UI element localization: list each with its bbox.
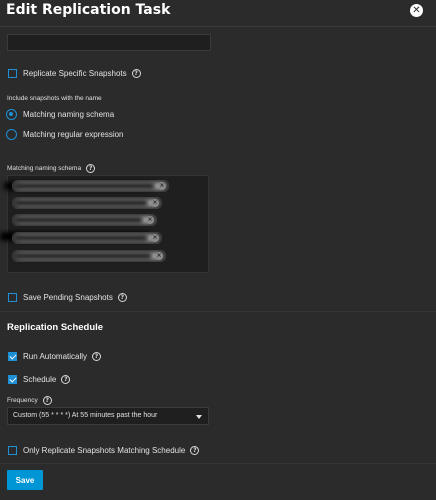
run-automatically-label: Run Automatically	[23, 351, 88, 361]
replicate-specific-snapshots-label: Replicate Specific Snapshots	[23, 68, 127, 78]
help-icon[interactable]: ?	[42, 396, 52, 405]
redacted-text	[14, 217, 143, 223]
chip-remove-icon[interactable]: ×	[151, 199, 159, 207]
dialog-header: Edit Replication Task ✕	[0, 0, 436, 24]
chip-remove-icon[interactable]: ×	[155, 252, 163, 260]
include-snapshots-label-text: Include snapshots with the name	[7, 95, 102, 102]
radio-button[interactable]	[6, 109, 17, 120]
help-icon[interactable]: ?	[61, 374, 71, 384]
run-automatically-row[interactable]: Run Automatically ?	[8, 350, 102, 362]
schema-chip[interactable]: ×	[12, 232, 162, 244]
schedule-label: Schedule	[23, 374, 57, 384]
frequency-select[interactable]: Custom (55 * * * *) At 55 minutes past t…	[7, 407, 209, 425]
schema-chip[interactable]: ×	[12, 214, 157, 226]
save-button[interactable]: Save	[7, 470, 43, 490]
only-replicate-matching-schedule-label: Only Replicate Snapshots Matching Schedu…	[23, 445, 186, 455]
schedule-row[interactable]: Schedule ?	[8, 373, 71, 385]
replicate-specific-snapshots-checkbox[interactable]	[8, 68, 17, 78]
radio-button[interactable]	[6, 129, 17, 140]
schema-chip[interactable]: ×	[12, 250, 166, 262]
save-pending-snapshots-checkbox[interactable]	[8, 292, 17, 302]
radio-label: Matching naming schema	[23, 110, 115, 119]
naming-schema-chip-list[interactable]: × × × × ×	[0, 175, 209, 273]
chip-remove-icon[interactable]: ×	[151, 234, 159, 242]
only-replicate-matching-schedule-checkbox[interactable]	[8, 445, 17, 455]
run-automatically-checkbox[interactable]	[8, 351, 17, 361]
redacted-text	[14, 253, 152, 259]
footer-divider	[0, 463, 436, 464]
dialog-title: Edit Replication Task	[6, 2, 171, 18]
section-divider	[0, 311, 436, 312]
radio-matching-regular-expression[interactable]: Matching regular expression	[6, 129, 124, 140]
radio-matching-naming-schema[interactable]: Matching naming schema	[6, 109, 114, 120]
redacted-text	[14, 183, 155, 189]
chip-remove-icon[interactable]: ×	[158, 182, 166, 190]
header-divider	[0, 26, 436, 27]
help-icon[interactable]: ?	[190, 445, 200, 455]
redacted-text	[14, 200, 148, 206]
radio-label: Matching regular expression	[23, 130, 124, 139]
schema-chip[interactable]: ×	[12, 197, 162, 209]
help-icon[interactable]: ?	[131, 68, 141, 78]
save-pending-snapshots-row[interactable]: Save Pending Snapshots ?	[8, 291, 127, 303]
help-icon[interactable]: ?	[92, 351, 102, 361]
close-icon[interactable]: ✕	[410, 4, 423, 17]
redacted-text	[14, 235, 148, 241]
chevron-down-icon	[196, 415, 202, 419]
only-replicate-matching-schedule-row[interactable]: Only Replicate Snapshots Matching Schedu…	[8, 444, 200, 456]
chip-remove-icon[interactable]: ×	[146, 216, 154, 224]
naming-schema-label: Matching naming schema ?	[7, 164, 96, 173]
include-snapshots-label: Include snapshots with the name	[7, 95, 102, 102]
text-input[interactable]	[7, 34, 211, 51]
frequency-value: Custom (55 * * * *) At 55 minutes past t…	[13, 412, 158, 419]
schedule-checkbox[interactable]	[8, 374, 17, 384]
help-icon[interactable]: ?	[86, 164, 96, 173]
frequency-label-text: Frequency	[7, 397, 38, 404]
replicate-specific-snapshots-row[interactable]: Replicate Specific Snapshots ?	[8, 67, 141, 79]
frequency-label: Frequency ?	[7, 396, 52, 405]
schema-chip[interactable]: ×	[12, 180, 169, 192]
replication-schedule-heading: Replication Schedule	[7, 322, 104, 333]
help-icon[interactable]: ?	[117, 292, 127, 302]
naming-schema-label-text: Matching naming schema	[7, 165, 82, 172]
save-pending-snapshots-label: Save Pending Snapshots	[23, 292, 113, 302]
